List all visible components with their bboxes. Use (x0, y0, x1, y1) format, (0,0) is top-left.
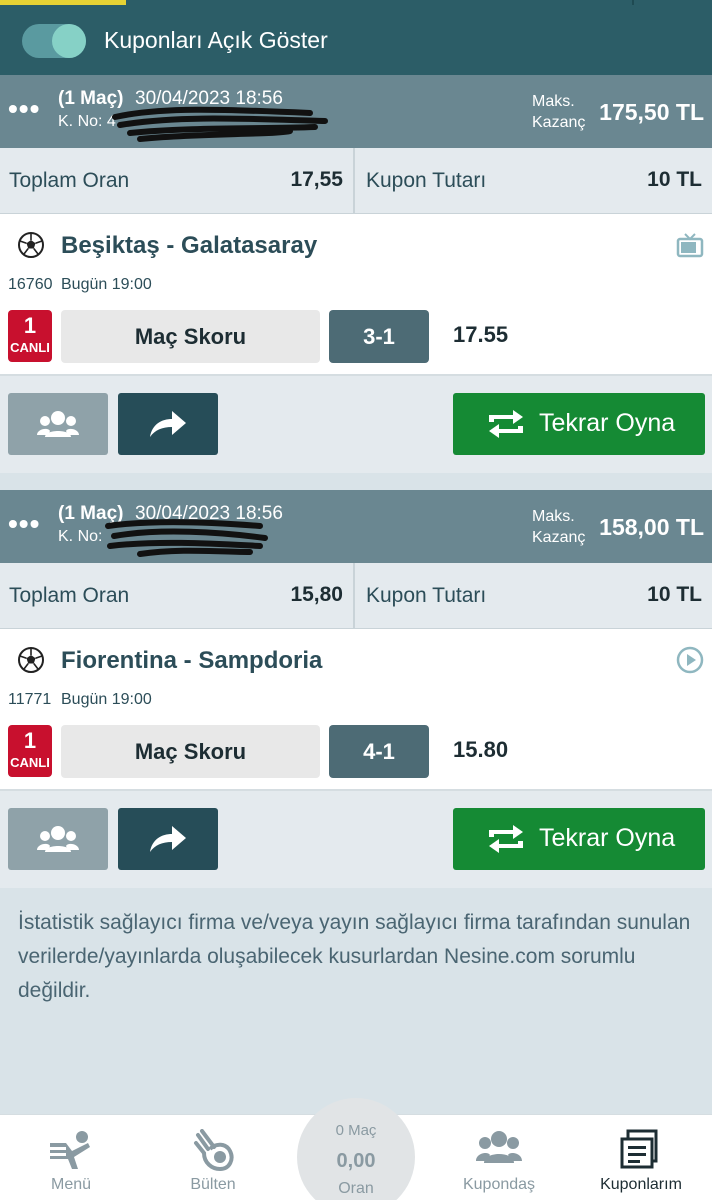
match-time: Bugün 19:00 (61, 276, 152, 293)
betslip-odd-label: Oran (338, 1180, 374, 1197)
coupon-actions: Tekrar Oyna (0, 376, 712, 473)
live-badge: 1 CANLI (8, 725, 52, 777)
nav-menu[interactable]: Menü (0, 1115, 142, 1200)
total-odd-cell: Toplam Oran 17,55 (0, 148, 355, 214)
max-win-label: Maks. Kazanç (532, 93, 586, 131)
soccer-ball-icon (18, 232, 44, 258)
max-win-value: 158,00 TL (599, 514, 704, 540)
stake-cell: Kupon Tutarı 10 TL (357, 563, 712, 629)
total-odd-value: 15,80 (290, 583, 343, 606)
total-odd-label: Toplam Oran (9, 169, 130, 192)
match-card[interactable]: Beşiktaş - Galatasaray 16760 Bugün 19:00… (0, 214, 712, 376)
total-odd-cell: Toplam Oran 15,80 (0, 563, 355, 629)
share-arrow-icon (150, 826, 186, 852)
market-name: Maç Skoru (61, 310, 320, 363)
more-options-icon[interactable]: ••• (8, 93, 40, 125)
coupon-number: K. No: (58, 528, 103, 545)
tab-divider (632, 0, 634, 5)
soccer-ball-icon (18, 647, 44, 673)
stake-value: 10 TL (647, 583, 702, 606)
betslip-match-count: 0 Maç (335, 1122, 377, 1139)
nav-kuponlarim-label: Kuponlarım (600, 1176, 682, 1193)
replay-icon (489, 825, 523, 853)
pick-odd: 17.55 (453, 322, 509, 347)
max-win-label: Maks. Kazanç (532, 508, 586, 546)
kupondas-share-button[interactable] (8, 393, 108, 455)
nav-kuponlarim[interactable]: Kuponlarım (570, 1115, 712, 1200)
coupon-header[interactable]: ••• (1 Maç) 30/04/2023 18:56 K. No: 4 Ma… (0, 75, 712, 148)
stake-value: 10 TL (647, 168, 702, 191)
stake-label: Kupon Tutarı (366, 169, 487, 192)
toggle-knob (52, 24, 86, 58)
share-button[interactable] (118, 808, 218, 870)
betslip-odd-value: 0,00 (336, 1150, 376, 1172)
live-badge: 1 CANLI (8, 310, 52, 362)
bulletin-icon (194, 1129, 234, 1171)
coupon-totals: Toplam Oran 15,80 Kupon Tutarı 10 TL (0, 563, 712, 629)
top-bar: Kuponları Açık Göster (0, 0, 712, 75)
total-odd-label: Toplam Oran (9, 584, 130, 607)
coupon-actions: Tekrar Oyna (0, 791, 712, 888)
max-win-value: 175,50 TL (599, 99, 704, 125)
match-code: 16760 (8, 276, 53, 293)
match-code: 11771 (8, 691, 52, 708)
toggle-label: Kuponları Açık Göster (104, 27, 328, 53)
redaction-scribble (112, 106, 328, 142)
selected-pick: 3-1 (329, 310, 429, 363)
tv-icon[interactable] (676, 231, 704, 259)
total-odd-value: 17,55 (290, 168, 343, 191)
market-name: Maç Skoru (61, 725, 320, 778)
menu-icon (50, 1131, 90, 1169)
match-time: Bugün 19:00 (61, 691, 152, 708)
replay-label: Tekrar Oyna (539, 409, 676, 437)
match-teams[interactable]: Beşiktaş - Galatasaray (61, 232, 317, 260)
stake-cell: Kupon Tutarı 10 TL (357, 148, 712, 214)
disclaimer-section: İstatistik sağlayıcı firma ve/veya yayın… (0, 888, 712, 1114)
coupon-header[interactable]: ••• (1 Maç) 30/04/2023 18:56 K. No: Maks… (0, 490, 712, 563)
nav-bulten-label: Bülten (190, 1176, 236, 1193)
group-icon (37, 826, 79, 852)
share-arrow-icon (150, 411, 186, 437)
replay-button[interactable]: Tekrar Oyna (453, 393, 705, 455)
replay-button[interactable]: Tekrar Oyna (453, 808, 705, 870)
redaction-scribble (105, 519, 268, 557)
selected-pick: 4-1 (329, 725, 429, 778)
match-teams[interactable]: Fiorentina - Sampdoria (61, 647, 322, 675)
disclaimer-text: İstatistik sağlayıcı firma ve/veya yayın… (18, 911, 691, 1002)
nav-bulten[interactable]: Bülten (142, 1115, 284, 1200)
nav-kupondas[interactable]: Kupondaş (428, 1115, 570, 1200)
my-coupons-icon (620, 1129, 658, 1169)
share-button[interactable] (118, 393, 218, 455)
more-options-icon[interactable]: ••• (8, 508, 40, 540)
nav-menu-label: Menü (50, 1176, 92, 1193)
pick-odd: 15.80 (453, 737, 509, 762)
active-tab-indicator (0, 0, 126, 5)
show-coupons-open-toggle[interactable] (22, 24, 86, 58)
replay-label: Tekrar Oyna (539, 824, 676, 852)
replay-icon (489, 410, 523, 438)
match-card[interactable]: Fiorentina - Sampdoria 11771 Bugün 19:00… (0, 629, 712, 791)
group-icon (476, 1131, 522, 1163)
group-icon (37, 411, 79, 437)
coupon-totals: Toplam Oran 17,55 Kupon Tutarı 10 TL (0, 148, 712, 214)
coupon-number: K. No: 4 (58, 113, 116, 130)
nav-kupondas-label: Kupondaş (462, 1176, 536, 1193)
play-icon[interactable] (676, 646, 704, 674)
kupondas-share-button[interactable] (8, 808, 108, 870)
stake-label: Kupon Tutarı (366, 584, 487, 607)
